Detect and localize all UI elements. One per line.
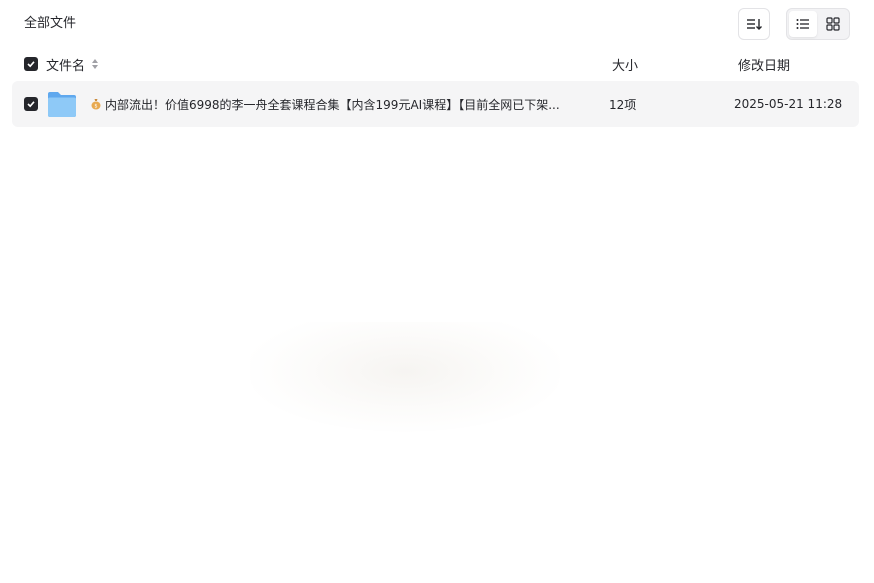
- file-date: 2025-05-21 11:28: [734, 97, 843, 111]
- toolbar: [738, 8, 850, 40]
- table-header: 文件名 大小 修改日期: [12, 48, 859, 80]
- file-name-label: 内部流出！价值6998的李一舟全套课程合集【内含199元AI课程】【目前全网已下…: [105, 97, 560, 112]
- sort-list-icon: [747, 19, 762, 30]
- name-header-label: 文件名: [46, 58, 86, 74]
- grid-view-icon: [826, 17, 840, 31]
- check-icon: [27, 101, 35, 108]
- view-toggle: [786, 8, 850, 40]
- size-column-header[interactable]: 大小: [612, 55, 638, 74]
- money-bag-icon: $: [91, 99, 101, 110]
- folder-icon: [48, 92, 76, 117]
- sort-button[interactable]: [738, 8, 770, 40]
- grid-view-button[interactable]: [819, 11, 847, 37]
- svg-text:$: $: [94, 104, 97, 110]
- sort-updown-icon: [92, 59, 99, 69]
- page-title: 全部文件: [24, 16, 77, 31]
- table-row[interactable]: $ 内部流出！价值6998的李一舟全套课程合集【内含199元AI课程】【目前全网…: [12, 81, 859, 127]
- select-all-checkbox[interactable]: [24, 57, 38, 71]
- check-icon: [27, 61, 35, 68]
- name-column-header[interactable]: 文件名: [46, 55, 99, 74]
- list-view-button[interactable]: [789, 11, 817, 37]
- file-name[interactable]: $ 内部流出！价值6998的李一舟全套课程合集【内含199元AI课程】【目前全网…: [90, 81, 570, 127]
- row-checkbox[interactable]: [24, 97, 38, 111]
- file-size: 12项: [609, 97, 637, 112]
- empty-area-graphic: [250, 322, 560, 432]
- date-column-header[interactable]: 修改日期: [738, 55, 790, 74]
- list-view-icon: [796, 19, 809, 29]
